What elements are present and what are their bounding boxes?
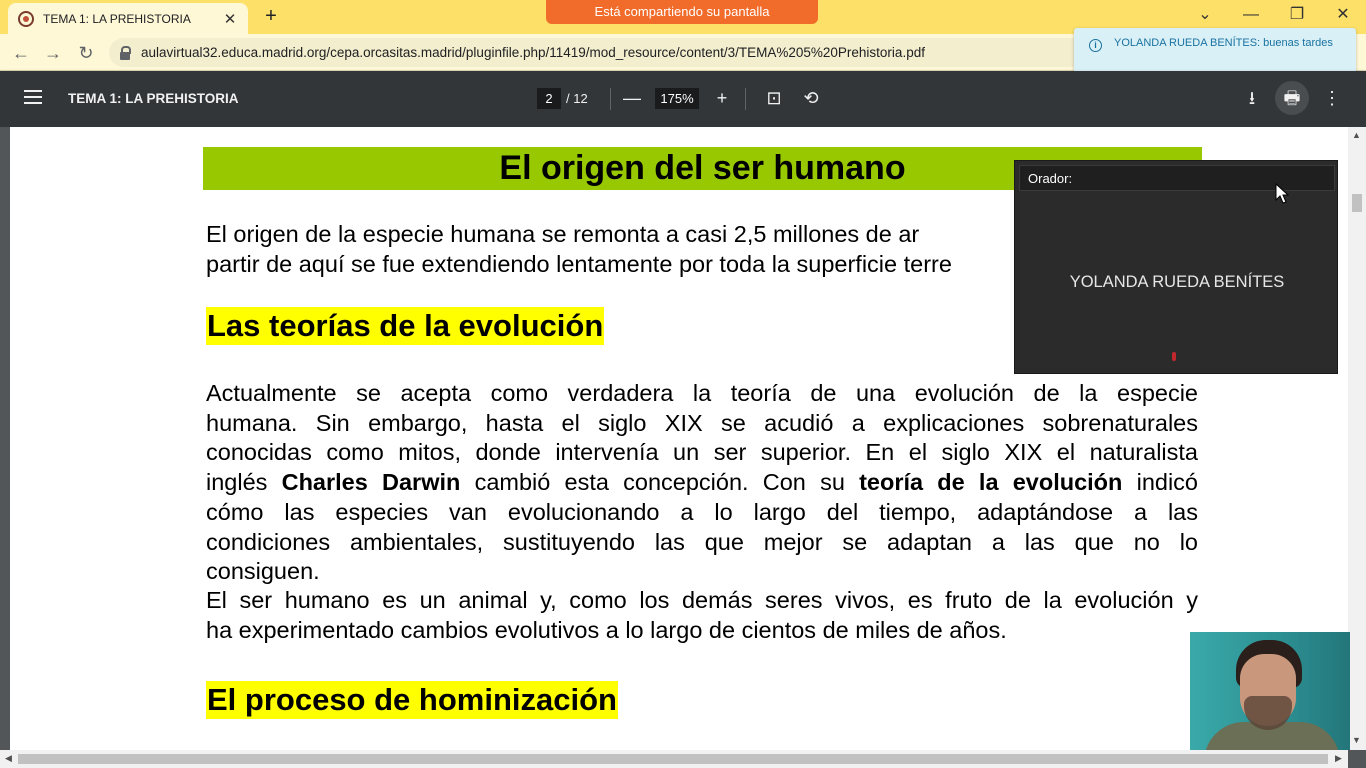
webcam-video[interactable]: [1190, 632, 1350, 750]
document-title: TEMA 1: LA PREHISTORIA: [68, 91, 239, 106]
text-span: indicó: [1122, 469, 1199, 496]
browser-tab[interactable]: TEMA 1: LA PREHISTORIA ✕: [8, 3, 248, 34]
bold-theory: teoría de la evolución: [859, 469, 1123, 496]
tab-close-icon[interactable]: ✕: [222, 10, 238, 28]
url-bar[interactable]: aulavirtual32.educa.madrid.org/cepa.orca…: [109, 38, 1109, 67]
speaker-panel[interactable]: Orador: YOLANDA RUEDA BENÍTES: [1014, 160, 1338, 374]
screen-share-banner[interactable]: Está compartiendo su pantalla: [546, 0, 818, 24]
toolbar-divider: [610, 88, 611, 110]
minimize-button[interactable]: —: [1228, 0, 1274, 30]
speaker-name: YOLANDA RUEDA BENÍTES: [1069, 273, 1285, 291]
new-tab-button[interactable]: +: [260, 5, 282, 27]
forward-button[interactable]: →: [40, 40, 66, 66]
paragraph-line: El ser humano es un animal y, como los d…: [206, 587, 1198, 613]
scroll-left-icon[interactable]: ◀: [5, 753, 12, 764]
human-paragraph: El ser humano es un animal y, como los d…: [206, 586, 1198, 645]
vertical-scrollbar[interactable]: ▲ ▼: [1348, 127, 1366, 750]
reload-button[interactable]: ↻: [73, 40, 99, 66]
notification-text: YOLANDA RUEDA BENÍTES: buenas tardes: [1114, 37, 1333, 49]
url-text: aulavirtual32.educa.madrid.org/cepa.orca…: [141, 45, 925, 60]
scroll-thumb[interactable]: [18, 754, 1328, 764]
more-options-icon[interactable]: ⋮: [1320, 86, 1344, 110]
bold-darwin: Charles Darwin: [281, 469, 461, 496]
paragraph-line: consiguen.: [206, 558, 320, 585]
mic-icon: [1172, 352, 1176, 361]
pdf-toolbar: TEMA 1: LA PREHISTORIA 2 / 12 — 175% + ⊡…: [0, 71, 1366, 127]
evolution-paragraph: Actualmente se acepta como verdadera la …: [206, 379, 1198, 587]
paragraph-line: Actualmente se acepta como verdadera la …: [206, 380, 1198, 406]
download-icon[interactable]: ⭳: [1240, 86, 1264, 110]
scroll-down-icon[interactable]: ▼: [1352, 735, 1361, 745]
paragraph-line: condiciones ambientales, sustituyendo la…: [206, 528, 1198, 555]
menu-icon[interactable]: [24, 90, 42, 104]
scroll-thumb[interactable]: [1352, 194, 1362, 212]
horizontal-scrollbar[interactable]: ◀ ▶: [0, 750, 1348, 768]
paragraph-line: conocidas como mitos, donde intervenía u…: [206, 439, 1198, 466]
zoom-level-input[interactable]: 175%: [655, 88, 699, 109]
page-total: / 12: [566, 91, 588, 106]
darwin-line: inglés Charles Darwin cambió esta concep…: [206, 468, 1198, 498]
toolbar-divider: [745, 88, 746, 110]
lock-icon[interactable]: [119, 45, 131, 60]
tab-title: TEMA 1: LA PREHISTORIA: [43, 11, 191, 26]
text-span: inglés: [206, 469, 282, 496]
window-close-button[interactable]: ✕: [1320, 0, 1366, 30]
back-button[interactable]: ←: [8, 40, 34, 66]
mouse-cursor-icon: [1275, 183, 1289, 204]
paragraph-line: ha experimentado cambios evolutivos a lo…: [206, 616, 1007, 643]
zoom-out-button[interactable]: —: [620, 86, 644, 110]
restore-button[interactable]: ❐: [1274, 0, 1320, 30]
scroll-up-icon[interactable]: ▲: [1352, 130, 1361, 140]
page-number-input[interactable]: 2: [537, 88, 561, 109]
tab-search-icon[interactable]: ⌄: [1182, 0, 1228, 30]
section-title-evolution: Las teorías de la evolución: [206, 307, 605, 345]
section-title-hominization: El proceso de hominización: [206, 681, 618, 719]
rotate-icon[interactable]: ⟲: [799, 86, 823, 110]
paragraph-line: cómo las especies van evolucionando a lo…: [206, 498, 1198, 525]
info-icon: i: [1089, 39, 1102, 52]
paragraph-line: humana. Sin embargo, hasta el siglo XIX …: [206, 409, 1198, 436]
print-icon[interactable]: 🖶: [1275, 81, 1309, 115]
fit-page-icon[interactable]: ⊡: [762, 86, 786, 110]
scroll-right-icon[interactable]: ▶: [1335, 753, 1342, 764]
zoom-in-button[interactable]: +: [710, 86, 734, 110]
site-favicon-icon: [18, 10, 34, 27]
text-span: cambió esta concepción. Con su: [460, 469, 860, 496]
